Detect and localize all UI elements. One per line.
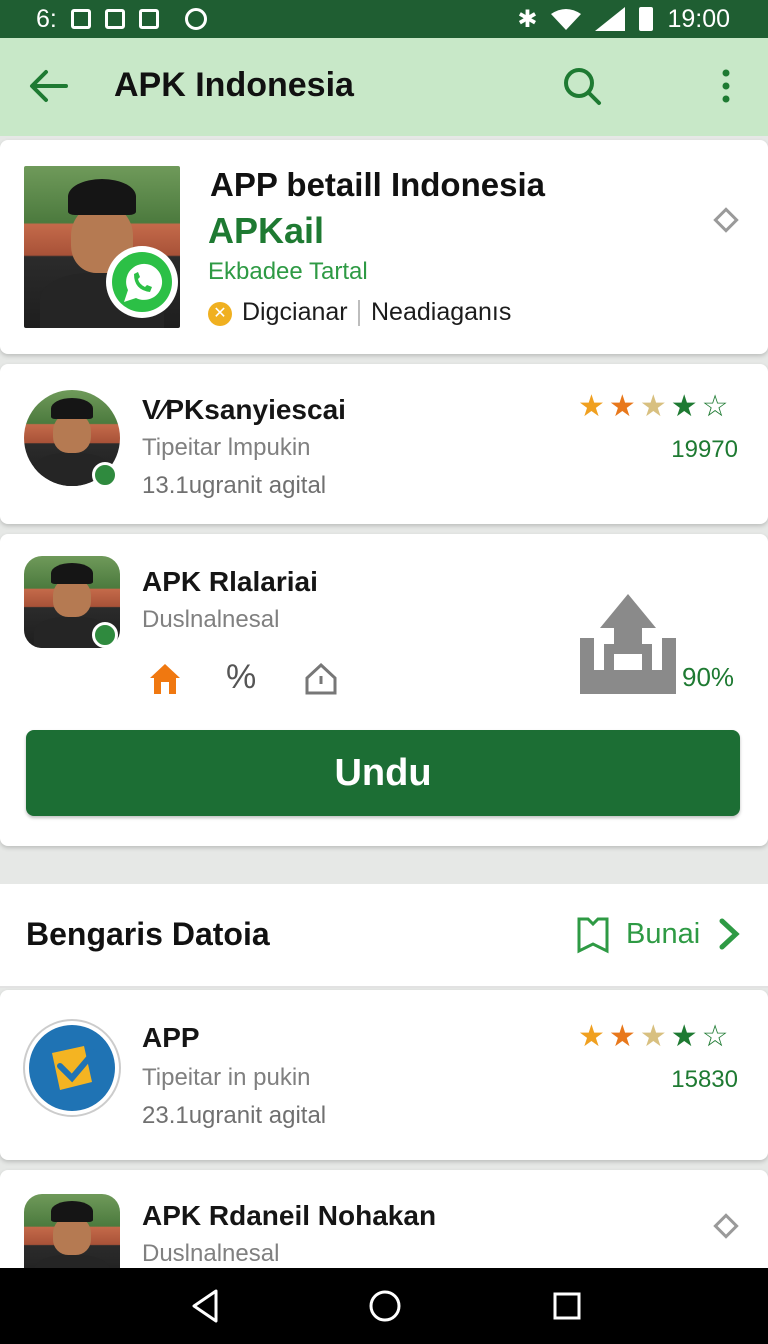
star-rating: ★ ★ ★ ★ ☆ xyxy=(578,392,729,422)
recents-nav-icon[interactable] xyxy=(552,1288,582,1324)
status-bar: 6: ✱ 19:00 xyxy=(0,0,768,38)
progress-percent: 90% xyxy=(682,662,735,692)
section-link[interactable]: Bunai xyxy=(626,918,700,951)
download-count: 19970 xyxy=(671,436,738,463)
star-outline-icon: ☆ xyxy=(701,1020,729,1053)
featured-tag-1: Digcianar xyxy=(242,298,348,326)
photo-notification-icon xyxy=(138,9,159,29)
section-header: Bengaris Datoia Bunai xyxy=(0,884,768,988)
back-nav-icon[interactable] xyxy=(190,1288,220,1324)
wifi-icon xyxy=(551,9,582,30)
app-icon xyxy=(23,1019,121,1117)
download-count: 15830 xyxy=(671,1066,738,1093)
star-icon: ★ xyxy=(608,390,636,423)
tag-divider xyxy=(358,300,360,326)
verified-badge-icon xyxy=(92,622,118,648)
list-item[interactable]: V∕PKsanyiescai Tipeitar lmpukin 13.1ugra… xyxy=(0,364,768,524)
star-rating: ★ ★ ★ ★ ☆ xyxy=(578,1022,729,1052)
app-category: Tipeitar in pukin xyxy=(142,1064,311,1091)
page-title: APK Indonesia xyxy=(114,66,354,104)
battery-icon xyxy=(639,7,654,31)
star-icon: ★ xyxy=(639,390,667,423)
upload-icon[interactable] xyxy=(578,594,678,698)
bookmark-diamond-icon[interactable] xyxy=(713,1213,739,1239)
back-arrow-icon[interactable] xyxy=(28,68,68,104)
notification-icon xyxy=(70,9,91,29)
home-nav-icon[interactable] xyxy=(368,1288,402,1324)
app-bar: APK Indonesia xyxy=(0,38,768,136)
featured-app-card[interactable]: APP betaill Indonesia APKail Ekbadee Tar… xyxy=(0,140,768,354)
list-item[interactable]: APK Rlalariai Duslnalnesal % 90% Undu xyxy=(0,534,768,846)
bookmark-diamond-icon[interactable] xyxy=(713,207,739,233)
alarm-icon xyxy=(184,8,207,30)
star-icon: ★ xyxy=(670,390,698,423)
app-category: Tipeitar lmpukin xyxy=(142,434,311,461)
house-outline-icon[interactable] xyxy=(304,662,338,696)
featured-app-subtitle: Ekbadee Tartal xyxy=(208,258,368,285)
more-options-icon[interactable] xyxy=(718,68,734,104)
bookmark-icon[interactable] xyxy=(576,916,610,954)
section-title: Bengaris Datoia xyxy=(26,916,270,952)
app-category: Duslnalnesal xyxy=(142,1240,280,1267)
chevron-right-icon[interactable] xyxy=(718,918,740,950)
percent-icon[interactable]: % xyxy=(226,658,256,697)
signal-icon xyxy=(595,7,626,31)
status-time: 19:00 xyxy=(667,4,730,33)
app-name: V∕PKsanyiescai xyxy=(142,394,346,425)
search-icon[interactable] xyxy=(562,66,602,106)
app-notification-icon xyxy=(104,9,125,29)
whatsapp-icon xyxy=(106,246,178,318)
featured-tag-2: Neadiaganıs xyxy=(371,298,512,326)
status-time-left: 6: xyxy=(36,4,57,33)
featured-app-brand: APKail xyxy=(208,210,325,251)
category-icon: ✕ xyxy=(208,302,232,326)
app-name: APK Rdaneil Nohakan xyxy=(142,1200,437,1231)
star-icon: ★ xyxy=(608,1020,636,1053)
home-icon[interactable] xyxy=(148,662,182,696)
star-outline-icon: ☆ xyxy=(701,390,729,423)
app-name: APK Rlalariai xyxy=(142,566,318,597)
star-icon: ★ xyxy=(639,1020,667,1053)
bluetooth-icon: ✱ xyxy=(517,5,538,33)
featured-app-title: APP betaill Indonesia xyxy=(210,166,545,203)
app-meta: 23.1ugranit agital xyxy=(142,1102,327,1129)
system-nav-bar xyxy=(0,1268,768,1344)
verified-badge-icon xyxy=(92,462,118,488)
star-icon: ★ xyxy=(670,1020,698,1053)
download-button[interactable]: Undu xyxy=(26,730,740,816)
app-meta: 13.1ugranit agital xyxy=(142,472,327,499)
app-name: APP xyxy=(142,1022,200,1053)
star-icon: ★ xyxy=(578,1020,605,1053)
star-icon: ★ xyxy=(578,390,605,423)
list-item[interactable]: APP Tipeitar in pukin 23.1ugranit agital… xyxy=(0,990,768,1160)
app-category: Duslnalnesal xyxy=(142,606,280,633)
